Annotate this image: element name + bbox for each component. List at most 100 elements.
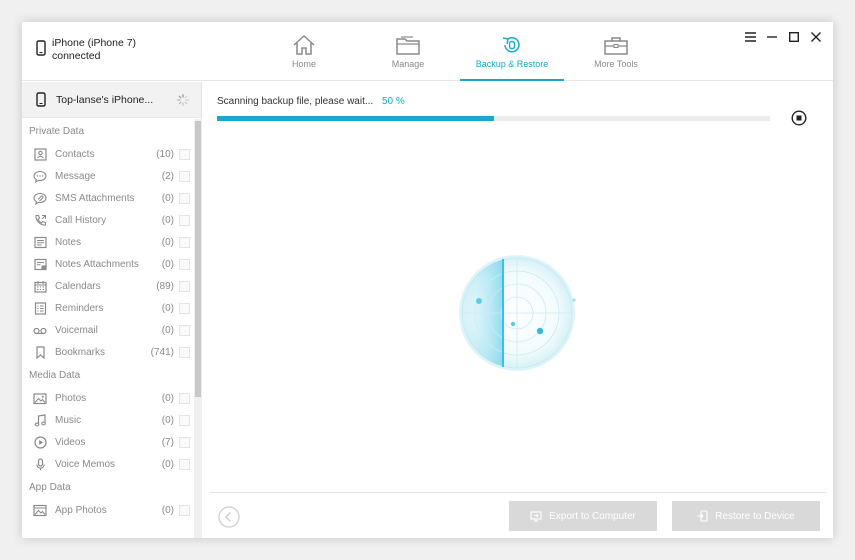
item-count: (0) [161,414,174,426]
sidebar-item-reminders[interactable]: Reminders (0) [22,297,202,319]
item-count: (0) [161,458,174,470]
close-button[interactable] [805,27,827,47]
item-checkbox[interactable] [179,170,190,182]
scan-status: Scanning backup file, please wait... 50 … [217,96,405,107]
reminder-list-icon [34,301,46,315]
item-checkbox[interactable] [179,414,190,426]
sidebar-item-music[interactable]: Music (0) [22,409,202,431]
item-label: Bookmarks [55,346,106,358]
sidebar-item-voicemail[interactable]: Voicemail (0) [22,319,202,341]
scan-percent: 50 % [382,96,405,107]
item-checkbox[interactable] [179,392,190,404]
restore-to-device-button[interactable]: Restore to Device [672,501,820,531]
item-checkbox[interactable] [179,258,190,270]
sidebar-item-call-history[interactable]: Call History (0) [22,209,202,231]
item-checkbox[interactable] [179,214,190,226]
notes-attachment-icon [33,258,47,270]
item-count: (0) [161,324,174,336]
tab-backup-restore-label: Backup & Restore [475,59,549,69]
header-bar: iPhone (iPhone 7) connected Home Manage … [22,22,833,81]
close-icon [811,32,821,42]
item-checkbox[interactable] [179,280,190,292]
notes-icon [33,236,47,248]
item-label: Notes [55,236,82,248]
restore-device-icon [697,510,708,522]
stop-circle-icon [791,110,807,126]
phone-icon [36,40,46,56]
sidebar-item-message[interactable]: Message (2) [22,165,202,187]
sidebar-scrollbar[interactable] [194,119,202,538]
music-note-icon [34,413,46,426]
maximize-icon [789,32,799,42]
sidebar-list: Private Data Contacts (10) Message (2) S… [22,119,202,538]
tab-home[interactable]: Home [252,22,356,81]
restore-button-label: Restore to Device [715,510,795,522]
tab-backup-restore[interactable]: Backup & Restore [460,22,564,81]
scan-progress-fill [217,116,494,121]
tab-manage-label: Manage [391,59,425,69]
back-button[interactable] [218,506,240,533]
export-to-computer-button[interactable]: Export to Computer [509,501,657,531]
back-arrow-icon [218,506,240,528]
export-button-label: Export to Computer [549,510,636,522]
item-count: (0) [161,258,174,270]
message-bubble-icon [33,170,47,183]
sidebar-item-videos[interactable]: Videos (7) [22,431,202,453]
sidebar-device-row[interactable]: Top-lanse's iPhone... [22,82,201,118]
tab-more-tools[interactable]: More Tools [564,22,668,81]
microphone-icon [35,457,45,470]
main-nav: Home Manage Backup & Restore More Tools [252,22,668,81]
contact-card-icon [33,147,47,161]
menu-button[interactable] [739,27,761,47]
sidebar-item-voice-memos[interactable]: Voice Memos (0) [22,453,202,475]
home-icon [293,34,315,55]
main-panel: Scanning backup file, please wait... 50 … [203,82,833,538]
tab-manage[interactable]: Manage [356,22,460,81]
item-checkbox[interactable] [179,346,190,358]
play-circle-icon [33,435,47,449]
sidebar-item-notes[interactable]: Notes (0) [22,231,202,253]
device-name: iPhone (iPhone 7) [52,37,137,49]
item-count: (10) [156,148,174,160]
sidebar-item-notes-attachments[interactable]: Notes Attachments (0) [22,253,202,275]
stop-scan-button[interactable] [791,110,807,131]
item-label: Notes Attachments [55,258,139,270]
item-checkbox[interactable] [179,148,190,160]
sidebar-scrollbar-thumb[interactable] [195,121,201,397]
item-count: (2) [161,170,174,182]
item-checkbox[interactable] [179,192,190,204]
maximize-button[interactable] [783,27,805,47]
sidebar-device-name: Top-lanse's iPhone... [56,93,154,106]
item-checkbox[interactable] [179,302,190,314]
item-count: (89) [156,280,174,292]
connected-device: iPhone (iPhone 7) connected [36,37,136,63]
sms-attachment-icon [33,192,47,205]
item-label: Calendars [55,280,101,292]
sidebar-item-app-photos[interactable]: App Photos (0) [22,499,202,521]
item-label: App Photos [55,504,107,516]
minimize-button[interactable] [761,27,783,47]
item-checkbox[interactable] [179,324,190,336]
sidebar-item-calendars[interactable]: Calendars (89) [22,275,202,297]
sidebar-item-bookmarks[interactable]: Bookmarks (741) [22,341,202,363]
item-checkbox[interactable] [179,458,190,470]
scan-status-text: Scanning backup file, please wait... [217,96,374,107]
phone-call-icon [34,214,46,226]
item-checkbox[interactable] [179,236,190,248]
minimize-icon [767,36,777,38]
calendar-icon [33,280,47,293]
phone-icon [36,92,46,107]
sidebar-item-sms-attachments[interactable]: SMS Attachments (0) [22,187,202,209]
sidebar-item-photos[interactable]: Photos (0) [22,387,202,409]
tab-more-tools-label: More Tools [594,59,638,69]
section-private-data: Private Data [29,126,85,137]
sidebar-item-contacts[interactable]: Contacts (10) [22,143,202,165]
item-checkbox[interactable] [179,504,190,516]
sidebar: Top-lanse's iPhone... Private Data Conta… [22,82,202,538]
item-checkbox[interactable] [179,436,190,448]
item-label: Voicemail [55,324,98,336]
photo-icon [33,392,47,404]
bookmark-icon [35,345,45,359]
window-controls [739,27,827,47]
voicemail-icon [33,327,47,334]
